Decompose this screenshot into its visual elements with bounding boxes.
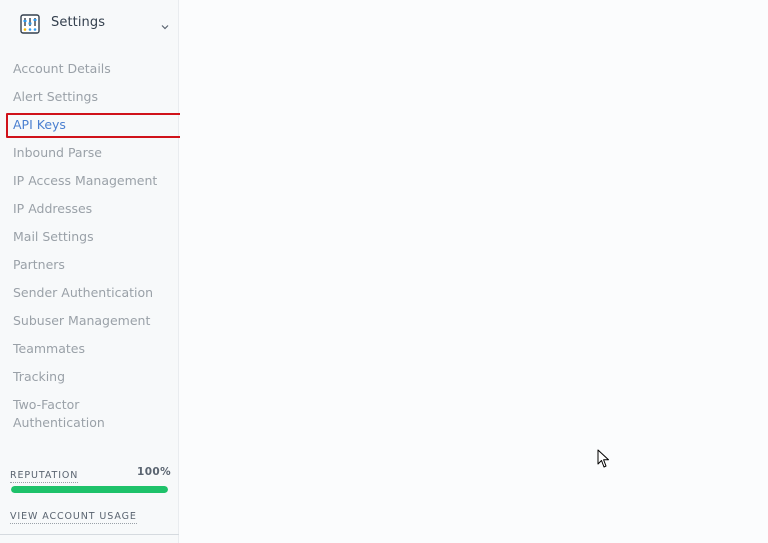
sidebar-divider [0,534,179,535]
reputation-bar-fill [11,486,168,493]
chevron-down-icon[interactable] [160,17,170,30]
app-window: Settings Account Details Alert Settings … [0,0,768,543]
settings-title: Settings [51,15,106,30]
sidebar-item-subuser-management[interactable]: Subuser Management [13,312,150,330]
mouse-pointer-icon [597,449,611,469]
settings-sliders-icon [20,14,40,34]
sidebar: Settings Account Details Alert Settings … [0,0,179,543]
sidebar-item-api-keys[interactable]: API Keys [13,116,66,134]
sidebar-item-tracking[interactable]: Tracking [13,368,65,386]
view-account-usage-link[interactable]: VIEW ACCOUNT USAGE [10,511,137,524]
main-content [180,0,768,543]
sidebar-item-mail-settings[interactable]: Mail Settings [13,228,94,246]
sidebar-item-partners[interactable]: Partners [13,256,65,274]
sidebar-item-account-details[interactable]: Account Details [13,60,111,78]
reputation-value: 100% [137,466,172,478]
sidebar-item-ip-access-management[interactable]: IP Access Management [13,172,157,190]
sidebar-item-sender-authentication[interactable]: Sender Authentication [13,284,153,302]
sidebar-item-ip-addresses[interactable]: IP Addresses [13,200,92,218]
sidebar-item-inbound-parse[interactable]: Inbound Parse [13,144,102,162]
sidebar-item-teammates[interactable]: Teammates [13,340,85,358]
sidebar-item-two-factor-authentication[interactable]: Two-Factor Authentication [13,396,118,432]
reputation-bar [11,486,168,493]
reputation-label: REPUTATION [10,470,79,483]
settings-section-toggle[interactable]: Settings [0,0,179,46]
sidebar-item-alert-settings[interactable]: Alert Settings [13,88,98,106]
